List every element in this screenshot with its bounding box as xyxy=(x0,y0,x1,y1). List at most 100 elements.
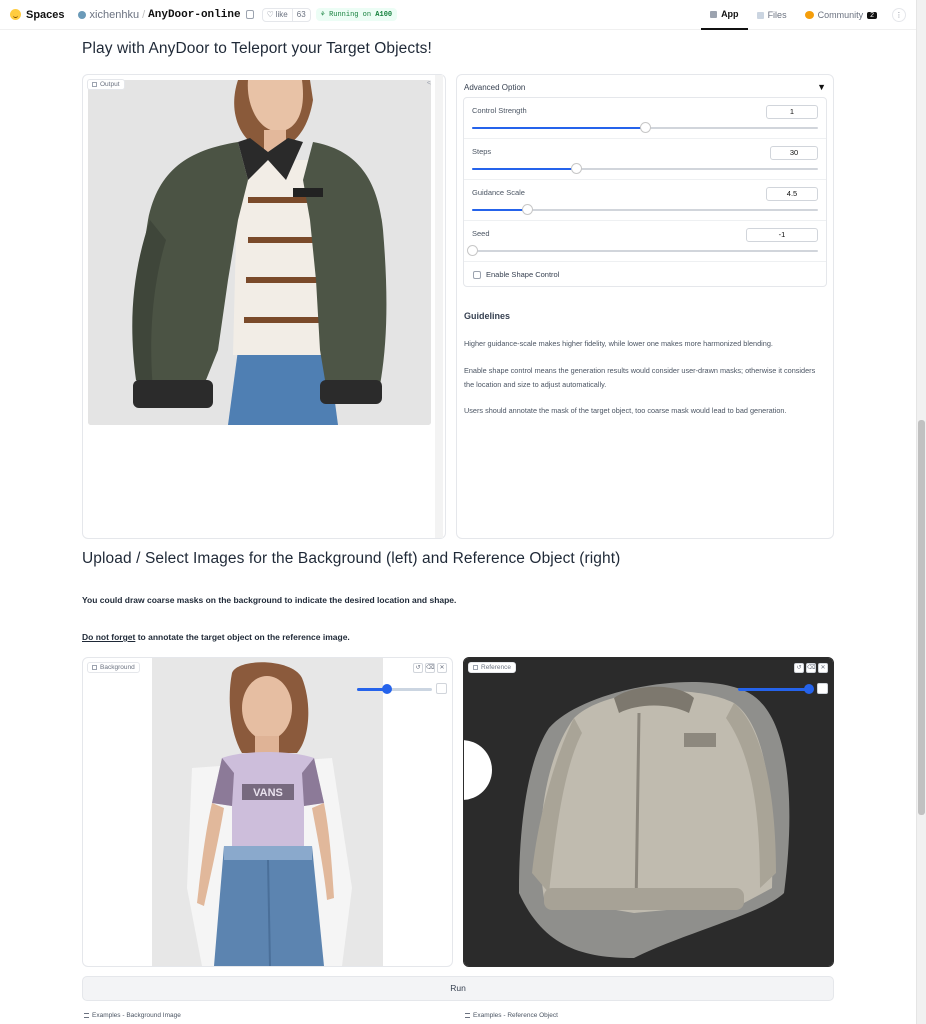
output-image-art xyxy=(88,80,431,425)
more-options-button[interactable]: ⋮ xyxy=(892,8,906,22)
upload-section-title: Upload / Select Images for the Backgroun… xyxy=(82,550,621,567)
examples-reference-header[interactable]: Examples - Reference Object xyxy=(465,1012,558,1019)
advanced-option-panel: Advanced Option ▼ Control Strength 1 Ste… xyxy=(456,74,834,539)
shape-control-checkbox[interactable] xyxy=(473,271,481,279)
repo-link[interactable]: AnyDoor-online xyxy=(148,9,240,21)
control-strength-slider-block: Control Strength 1 xyxy=(464,98,826,139)
tab-files[interactable]: Files xyxy=(748,0,796,30)
instruction-rest: to annotate the target object on the ref… xyxy=(135,632,350,642)
guideline-text: Higher guidance-scale makes higher fidel… xyxy=(464,339,773,348)
like-count: 63 xyxy=(291,8,310,21)
reference-image[interactable] xyxy=(464,658,833,966)
space-nav: App Files Community 2 ⋮ xyxy=(701,0,906,30)
background-toolbar: ↺ ⌫ ✕ xyxy=(413,663,447,673)
path-separator: / xyxy=(142,8,146,21)
shirt-print-text: VANS xyxy=(253,787,283,799)
app-icon xyxy=(710,10,718,18)
examples-reference-label: Examples - Reference Object xyxy=(473,1012,558,1019)
guideline-text: Users should annotate the mask of the ta… xyxy=(464,406,787,415)
instruction-text: Do not forget to annotate the target obj… xyxy=(82,632,350,642)
guidance-scale-input[interactable]: 4.5 xyxy=(766,187,818,201)
collapse-triangle-icon[interactable]: ▼ xyxy=(817,82,826,92)
steps-slider-block: Steps 30 xyxy=(464,139,826,180)
reference-brush-size-slider[interactable] xyxy=(738,684,815,694)
brand-label: Spaces xyxy=(26,8,65,21)
community-icon xyxy=(804,11,814,19)
tab-community[interactable]: Community 2 xyxy=(796,0,886,30)
control-strength-slider[interactable] xyxy=(472,122,818,133)
like-button[interactable]: ♡ like 63 xyxy=(261,7,311,22)
background-label: Background xyxy=(87,662,140,673)
page-title: Play with AnyDoor to Teleport your Targe… xyxy=(82,40,432,57)
clear-icon[interactable]: ✕ xyxy=(818,663,828,673)
brush-icon[interactable] xyxy=(817,683,828,694)
guideline-text: Enable shape control means the generatio… xyxy=(464,366,816,389)
steps-slider[interactable] xyxy=(472,163,818,174)
tab-app[interactable]: App xyxy=(701,0,748,30)
reference-label-text: Reference xyxy=(481,664,511,671)
background-image-art: VANS xyxy=(152,658,383,966)
seed-slider[interactable] xyxy=(467,245,818,256)
clear-icon[interactable]: ✕ xyxy=(437,663,447,673)
page-scrollbar[interactable] xyxy=(916,0,926,1024)
image-icon xyxy=(473,665,478,670)
shape-control-label[interactable]: Enable Shape Control xyxy=(486,270,559,279)
undo-icon[interactable]: ↺ xyxy=(794,663,804,673)
image-icon xyxy=(92,665,97,670)
advanced-option-header[interactable]: Advanced Option xyxy=(464,83,525,92)
reference-label: Reference xyxy=(468,662,516,673)
shape-control-row: Enable Shape Control xyxy=(464,262,826,288)
undo-icon[interactable]: ↺ xyxy=(413,663,423,673)
instruction-emphasis: Do not forget xyxy=(82,632,136,642)
hugging-face-icon xyxy=(10,9,21,20)
reference-toolbar: ↺ ⌫ ✕ xyxy=(794,663,828,673)
list-icon xyxy=(465,1013,470,1018)
list-icon xyxy=(84,1013,89,1018)
erase-icon[interactable]: ⌫ xyxy=(425,663,435,673)
brush-icon[interactable] xyxy=(436,683,447,694)
control-strength-label: Control Strength xyxy=(472,106,527,115)
copy-icon[interactable] xyxy=(245,10,254,19)
erase-icon[interactable]: ⌫ xyxy=(806,663,816,673)
control-strength-input[interactable]: 1 xyxy=(766,105,818,119)
output-scrollbar[interactable] xyxy=(435,75,443,538)
seed-slider-block: Seed -1 xyxy=(464,221,826,262)
running-status-badge: ⚘ Running on A100 xyxy=(315,8,398,21)
like-label: like xyxy=(275,10,288,19)
background-image-editor[interactable]: Background VANS ↺ ⌫ ✕ xyxy=(82,657,453,967)
examples-background-header[interactable]: Examples - Background Image xyxy=(84,1012,181,1019)
guidelines-title: Guidelines xyxy=(464,311,511,321)
instruction-text: You could draw coarse masks on the backg… xyxy=(82,595,457,605)
running-hardware: A100 xyxy=(375,11,393,19)
seed-input[interactable]: -1 xyxy=(746,228,818,242)
examples-background-label: Examples - Background Image xyxy=(92,1012,181,1019)
share-icon[interactable]: < xyxy=(427,80,431,87)
run-button[interactable]: Run xyxy=(82,976,834,1001)
controls-group: Control Strength 1 Steps 30 Guidance Sca… xyxy=(463,97,827,287)
image-icon xyxy=(92,82,97,87)
seed-label: Seed xyxy=(472,229,490,238)
top-bar: Spaces xichenhku / AnyDoor-online ♡ like … xyxy=(0,0,916,30)
output-label: Output xyxy=(87,79,125,90)
page-scrollbar-thumb[interactable] xyxy=(918,420,925,815)
guidance-scale-label: Guidance Scale xyxy=(472,188,525,197)
output-panel: Output < xyxy=(82,74,446,539)
tab-app-label: App xyxy=(721,9,739,19)
output-label-text: Output xyxy=(100,81,120,88)
reference-image-editor[interactable]: Reference ↺ ⌫ ✕ xyxy=(463,657,834,967)
owner-avatar xyxy=(77,10,86,19)
guidance-scale-slider[interactable] xyxy=(472,204,818,215)
files-icon xyxy=(756,11,764,19)
background-brush-size-slider[interactable] xyxy=(357,684,432,694)
background-label-text: Background xyxy=(100,664,135,671)
steps-input[interactable]: 30 xyxy=(770,146,818,160)
background-image[interactable]: VANS xyxy=(152,658,383,966)
tab-files-label: Files xyxy=(767,10,787,20)
spaces-logo[interactable]: Spaces xyxy=(10,9,65,21)
steps-label: Steps xyxy=(472,147,492,156)
running-prefix: Running on xyxy=(329,11,376,19)
heart-icon: ♡ xyxy=(266,10,274,19)
tab-community-label: Community xyxy=(817,10,864,20)
owner-link[interactable]: xichenhku xyxy=(90,9,140,21)
output-image xyxy=(88,80,431,425)
